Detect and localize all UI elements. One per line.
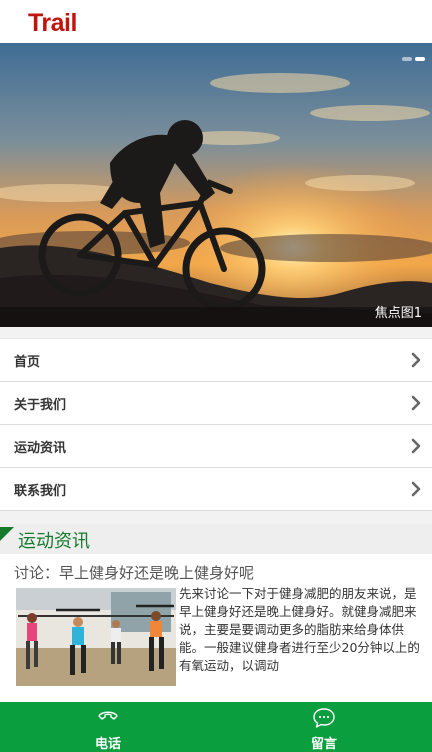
menu-item-about[interactable]: 关于我们 (0, 382, 432, 425)
slide-dot-active[interactable] (415, 57, 425, 61)
article-title-link[interactable]: 讨论：早上健身好还是晚上健身好呢 (14, 562, 254, 583)
hero-banner[interactable]: 焦点图1 (0, 43, 432, 327)
article-excerpt: 先来讨论一下对于健身减肥的朋友来说，是早上健身好还是晚上健身好。就健身减肥来说，… (179, 586, 420, 673)
phone-icon (98, 711, 118, 720)
slide-dot[interactable] (402, 57, 412, 61)
news-section: 运动资讯 讨论：早上健身好还是晚上健身好呢 先来讨论一下对于健身减肥的朋友来说，… (0, 524, 432, 702)
hero-image (0, 43, 432, 327)
menu-item-label: 关于我们 (14, 398, 67, 413)
site-logo[interactable]: Trail (28, 9, 77, 38)
menu-item-home[interactable]: 首页 (0, 338, 432, 382)
message-label: 留言 (310, 737, 337, 752)
chevron-right-icon (411, 352, 421, 368)
menu-item-label: 首页 (14, 355, 41, 370)
menu-item-label: 运动资讯 (14, 441, 67, 456)
corner-marker (0, 527, 14, 541)
menu-item-label: 联系我们 (14, 484, 67, 499)
news-section-title[interactable]: 运动资讯 (18, 527, 90, 553)
header: Trail (0, 0, 432, 43)
chevron-right-icon (411, 481, 421, 497)
article-thumbnail[interactable] (16, 588, 176, 686)
slide-indicator (402, 57, 425, 61)
slide-caption: 焦点图1 (374, 306, 422, 321)
fitness-class-image (16, 588, 176, 686)
chat-bubble-icon (313, 708, 335, 728)
menu-item-news[interactable]: 运动资讯 (0, 425, 432, 468)
phone-label: 电话 (94, 737, 121, 752)
bottom-action-bar: 电话 留言 (0, 702, 432, 752)
news-section-header: 运动资讯 (0, 524, 432, 554)
chevron-right-icon (411, 395, 421, 411)
main-nav-menu: 首页 关于我们 运动资讯 联系我们 (0, 338, 432, 511)
message-button[interactable]: 留言 (216, 702, 432, 752)
chevron-right-icon (411, 438, 421, 454)
phone-button[interactable]: 电话 (0, 702, 216, 752)
menu-item-contact[interactable]: 联系我们 (0, 468, 432, 511)
